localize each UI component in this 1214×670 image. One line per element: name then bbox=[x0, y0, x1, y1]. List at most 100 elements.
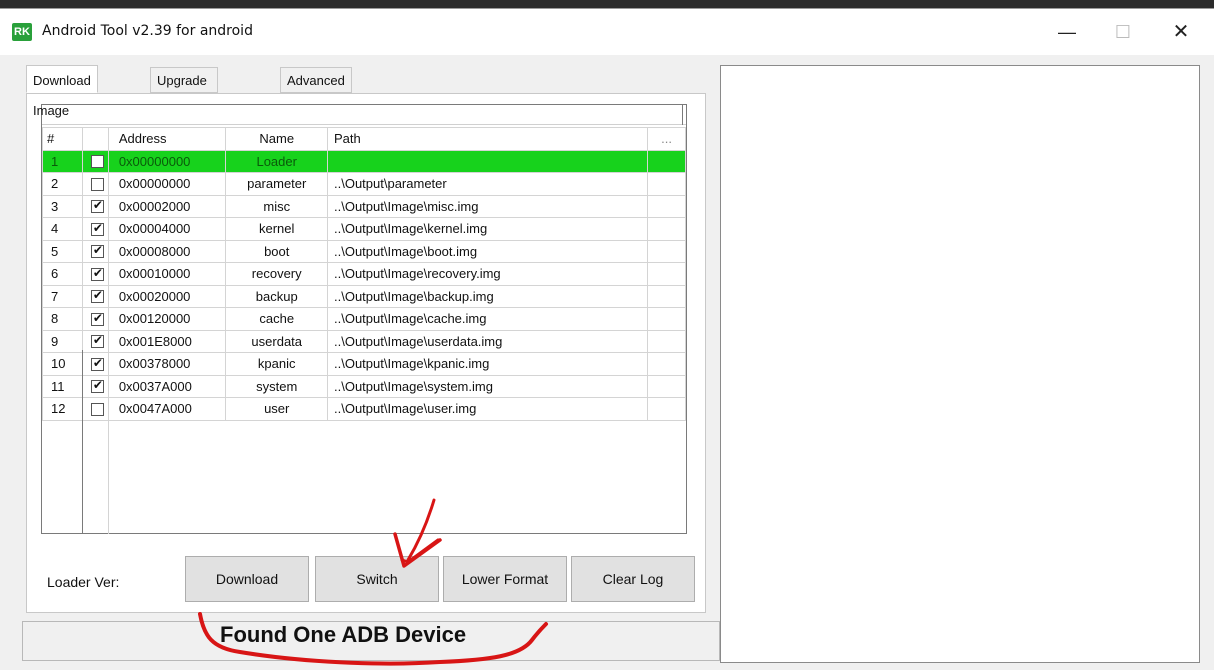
row-checkbox-cell bbox=[81, 217, 109, 241]
table-row[interactable]: 4 0x00004000 kernel ..\Output\Image\kern… bbox=[42, 217, 686, 241]
row-path[interactable] bbox=[326, 149, 649, 173]
row-path[interactable]: ..\Output\Image\kpanic.img bbox=[326, 352, 649, 376]
row-checkbox[interactable] bbox=[90, 333, 104, 349]
row-more[interactable] bbox=[647, 172, 686, 196]
row-num: 11 bbox=[42, 374, 83, 398]
row-name: kernel bbox=[225, 217, 328, 241]
row-more[interactable] bbox=[647, 374, 686, 398]
header-more[interactable]: ... bbox=[647, 127, 686, 151]
row-address: 0x00120000 bbox=[107, 307, 227, 331]
row-path[interactable]: ..\Output\Image\boot.img bbox=[326, 239, 649, 263]
row-num: 2 bbox=[42, 172, 83, 196]
row-num: 6 bbox=[42, 262, 83, 286]
row-more[interactable] bbox=[647, 262, 686, 286]
header-num[interactable]: # bbox=[42, 127, 83, 151]
row-address: 0x00020000 bbox=[107, 284, 227, 308]
row-more[interactable] bbox=[647, 307, 686, 331]
row-checkbox[interactable] bbox=[90, 311, 104, 326]
row-num: 5 bbox=[42, 239, 83, 263]
row-checkbox[interactable] bbox=[90, 378, 104, 394]
table-row[interactable]: 10 0x00378000 kpanic ..\Output\Image\kpa… bbox=[42, 352, 686, 376]
row-more[interactable] bbox=[647, 149, 686, 173]
row-checkbox[interactable] bbox=[90, 198, 104, 214]
table-row[interactable]: 3 0x00002000 misc ..\Output\Image\misc.i… bbox=[42, 194, 686, 218]
header-name[interactable]: Name bbox=[225, 127, 328, 151]
row-path[interactable]: ..\Output\Image\backup.img bbox=[326, 284, 649, 308]
title-bar: RK Android Tool v2.39 for android — ☐ ✕ bbox=[0, 9, 1214, 55]
maximize-button[interactable]: ☐ bbox=[1100, 17, 1146, 47]
row-checkbox[interactable] bbox=[90, 177, 104, 191]
table-row[interactable]: 11 0x0037A000 system ..\Output\Image\sys… bbox=[42, 374, 686, 398]
row-name: user bbox=[225, 397, 328, 421]
download-button[interactable]: Download bbox=[185, 556, 309, 602]
tab-download-image[interactable]: Download Image bbox=[26, 65, 98, 118]
table-row[interactable]: 9 0x001E8000 userdata ..\Output\Image\us… bbox=[42, 329, 686, 353]
tab-advanced-functions[interactable]: Advanced Functions bbox=[280, 67, 352, 114]
row-num: 3 bbox=[42, 194, 83, 218]
clear-log-button[interactable]: Clear Log bbox=[571, 556, 695, 602]
row-path[interactable]: ..\Output\Image\system.img bbox=[326, 374, 649, 398]
tab-upgrade-firmware[interactable]: Upgrade Firmware bbox=[150, 67, 219, 114]
list-top-strip bbox=[42, 105, 686, 125]
row-address: 0x00000000 bbox=[107, 149, 227, 173]
lower-format-button[interactable]: Lower Format bbox=[443, 556, 567, 602]
row-num: 1 bbox=[42, 149, 83, 173]
header-check[interactable] bbox=[81, 127, 109, 151]
table-row[interactable]: 2 0x00000000 parameter ..\Output\paramet… bbox=[42, 172, 686, 196]
row-num: 12 bbox=[42, 397, 83, 421]
row-more[interactable] bbox=[647, 329, 686, 353]
minimize-button[interactable]: — bbox=[1044, 17, 1090, 47]
row-more[interactable] bbox=[647, 284, 686, 308]
row-name: misc bbox=[225, 194, 328, 218]
table-row[interactable]: 12 0x0047A000 user ..\Output\Image\user.… bbox=[42, 397, 686, 421]
table-row[interactable]: 7 0x00020000 backup ..\Output\Image\back… bbox=[42, 284, 686, 308]
window-title: Android Tool v2.39 for android bbox=[42, 23, 253, 39]
app-window: RK Android Tool v2.39 for android — ☐ ✕ … bbox=[0, 8, 1214, 670]
row-name: parameter bbox=[225, 172, 328, 196]
row-more[interactable] bbox=[647, 239, 686, 263]
header-address[interactable]: Address bbox=[107, 127, 227, 151]
row-more[interactable] bbox=[647, 217, 686, 241]
row-checkbox[interactable] bbox=[90, 356, 104, 371]
row-checkbox-cell bbox=[81, 172, 109, 196]
row-path[interactable]: ..\Output\Image\misc.img bbox=[326, 194, 649, 218]
row-checkbox[interactable] bbox=[90, 155, 104, 169]
image-list: # Address Name Path ... 1 0x00000000 Loa… bbox=[41, 104, 687, 534]
row-path[interactable]: ..\Output\Image\kernel.img bbox=[326, 217, 649, 241]
row-path[interactable]: ..\Output\Image\cache.img bbox=[326, 307, 649, 331]
loader-version-label: Loader Ver: bbox=[47, 574, 120, 590]
row-checkbox-cell bbox=[81, 284, 109, 308]
table-header-row: # Address Name Path ... bbox=[42, 127, 686, 151]
row-name: userdata bbox=[225, 329, 328, 353]
table-row[interactable]: 5 0x00008000 boot ..\Output\Image\boot.i… bbox=[42, 239, 686, 263]
row-checkbox-cell bbox=[81, 329, 109, 353]
row-checkbox[interactable] bbox=[90, 288, 104, 304]
row-checkbox[interactable] bbox=[90, 266, 104, 281]
table-row[interactable]: 8 0x00120000 cache ..\Output\Image\cache… bbox=[42, 307, 686, 331]
row-path[interactable]: ..\Output\Image\userdata.img bbox=[326, 329, 649, 353]
table-row[interactable]: 6 0x00010000 recovery ..\Output\Image\re… bbox=[42, 262, 686, 286]
row-address: 0x00008000 bbox=[107, 239, 227, 263]
switch-button[interactable]: Switch bbox=[315, 556, 439, 602]
row-path[interactable]: ..\Output\Image\user.img bbox=[326, 397, 649, 421]
row-checkbox-cell bbox=[81, 352, 109, 376]
row-name: cache bbox=[225, 307, 328, 331]
app-logo-icon: RK bbox=[12, 23, 32, 41]
row-checkbox[interactable] bbox=[90, 243, 104, 259]
row-more[interactable] bbox=[647, 397, 686, 421]
row-name: recovery bbox=[225, 262, 328, 286]
row-more[interactable] bbox=[647, 352, 686, 376]
close-button[interactable]: ✕ bbox=[1158, 17, 1204, 47]
row-address: 0x00002000 bbox=[107, 194, 227, 218]
row-checkbox[interactable] bbox=[90, 402, 104, 416]
row-more[interactable] bbox=[647, 194, 686, 218]
table-row[interactable]: 1 0x00000000 Loader bbox=[42, 149, 686, 173]
row-path[interactable]: ..\Output\Image\recovery.img bbox=[326, 262, 649, 286]
row-name: kpanic bbox=[225, 352, 328, 376]
row-name: system bbox=[225, 374, 328, 398]
row-checkbox-cell bbox=[81, 149, 109, 173]
row-path[interactable]: ..\Output\parameter bbox=[326, 172, 649, 196]
log-output-panel[interactable] bbox=[720, 65, 1200, 663]
row-checkbox[interactable] bbox=[90, 221, 104, 236]
header-path[interactable]: Path bbox=[326, 127, 649, 151]
